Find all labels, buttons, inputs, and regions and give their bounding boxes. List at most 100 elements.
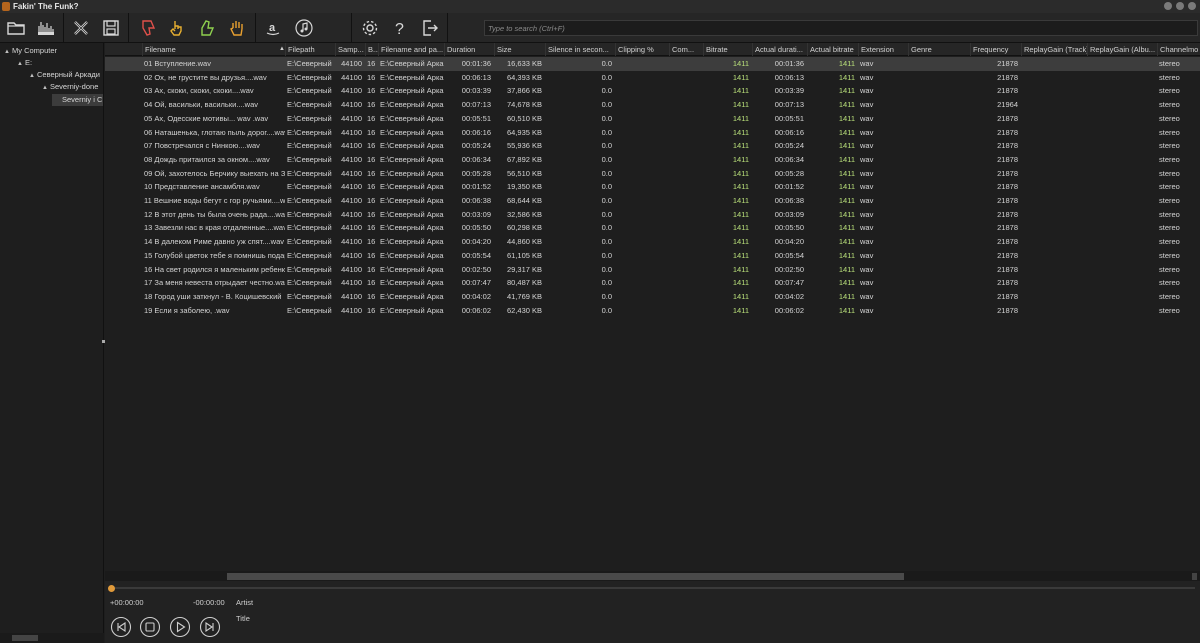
column-header-18[interactable]: Channelmo	[1157, 43, 1200, 56]
column-header-1[interactable]: Filepath	[285, 43, 335, 56]
table-row[interactable]: 06 Наташенька, глотаю пыль дорог....wav E…	[105, 126, 1200, 140]
play-button[interactable]	[167, 614, 192, 639]
mark-suspicious-button[interactable]	[163, 14, 191, 42]
tree-item-drive-e[interactable]: ▲ E:	[17, 57, 32, 69]
seek-bar[interactable]	[108, 587, 1195, 589]
tree-item-folder[interactable]: ▲ Severniy-done	[42, 81, 98, 93]
column-header-3[interactable]: B...	[365, 43, 378, 56]
mark-fake-button[interactable]	[134, 14, 162, 42]
save-button[interactable]	[97, 14, 125, 42]
spectrum-button[interactable]	[32, 14, 60, 42]
table-row[interactable]: 08 Дождь притаился за окном....wav E:\Сев…	[105, 153, 1200, 167]
column-header-14[interactable]: Genre	[908, 43, 970, 56]
column-header-0[interactable]: Filename	[142, 43, 285, 56]
table-cell: wav	[860, 59, 874, 68]
table-cell: E:\Северный Арка	[380, 168, 444, 178]
table-row[interactable]: 18 Город уши заткнул - В. Коцишевский E:\…	[105, 290, 1200, 304]
previous-track-button[interactable]	[108, 614, 133, 639]
column-header-16[interactable]: ReplayGain (Track)	[1021, 43, 1087, 56]
tree-expand-icon[interactable]: ▲	[29, 70, 37, 82]
table-row[interactable]: 04 Ой, васильки, васильки....wav E:\Север…	[105, 98, 1200, 112]
table-row[interactable]: 16 На свет родился я маленьким ребенком E…	[105, 263, 1200, 277]
mark-ok-button[interactable]	[193, 14, 221, 42]
folder-open-icon	[7, 22, 25, 35]
mark-stop-button[interactable]	[223, 14, 251, 42]
tree-item-my-computer[interactable]: ▲ My Computer	[4, 45, 57, 57]
column-header-7[interactable]: Silence in secon...	[545, 43, 615, 56]
table-cell	[908, 263, 970, 277]
table-row[interactable]: 10 Представление ансамбля.wav E:\Северный…	[105, 180, 1200, 194]
column-header-15[interactable]: Frequency	[970, 43, 1021, 56]
table-row[interactable]: 13 Завезли нас в края отдаленные....wav E…	[105, 221, 1200, 235]
table-cell: 16	[367, 250, 376, 260]
music-button[interactable]	[290, 14, 318, 42]
tree-expand-icon[interactable]: ▲	[42, 82, 50, 94]
tree-item-selected-folder[interactable]: Severniy i C	[52, 94, 103, 106]
table-cell: 01 Вступление.wav	[144, 59, 211, 68]
scroll-right-arrow-icon[interactable]	[1192, 573, 1197, 580]
table-cell: E:\Северный	[287, 291, 332, 301]
blank-button[interactable]	[320, 14, 348, 42]
table-cell: wav	[860, 305, 874, 315]
column-header-5[interactable]: Duration	[444, 43, 494, 56]
tree-expand-icon[interactable]: ▲	[4, 46, 12, 58]
close-window-button[interactable]	[1188, 2, 1196, 10]
table-row[interactable]: 05 Ах, Одесские мотивы... wav .wav E:\Сев…	[105, 112, 1200, 126]
table-cell	[1087, 167, 1157, 181]
table-row[interactable]: 12 В этот день ты была очень рада....wav…	[105, 208, 1200, 222]
column-header-11[interactable]: Actual durati...	[752, 43, 807, 56]
column-header-10[interactable]: Bitrate	[703, 43, 752, 56]
amazon-button[interactable]: a	[259, 14, 287, 42]
table-row[interactable]: 03 Ах, скоки, скоки, скоки....wav E:\Севе…	[105, 84, 1200, 98]
table-cell: 1411	[732, 100, 749, 110]
open-folder-button[interactable]	[2, 14, 30, 42]
table-horizontal-scrollbar[interactable]	[105, 571, 1200, 581]
table-row[interactable]: 01 Вступление.wav E:\Северный 44100 16 E:\Се…	[105, 57, 1200, 71]
table-row[interactable]: 14 В далеком Риме давно уж спят....wav E:…	[105, 235, 1200, 249]
table-row[interactable]: 19 Если я заболею, .wav E:\Северный 44100 1…	[105, 304, 1200, 318]
scrollbar-thumb[interactable]	[227, 573, 904, 580]
column-header-17[interactable]: ReplayGain (Albu...	[1087, 43, 1157, 56]
toolbar-separator	[63, 13, 64, 43]
table-cell: 1411	[732, 237, 749, 247]
table-cell: wav	[860, 264, 874, 274]
table-cell	[669, 112, 703, 126]
column-header-2[interactable]: Samp...	[335, 43, 365, 56]
column-header-9[interactable]: Com...	[669, 43, 703, 56]
tree-expand-icon[interactable]: ▲	[17, 58, 25, 70]
column-header-13[interactable]: Extension	[858, 43, 908, 56]
table-row[interactable]: 02 Ох, не грустите вы друзья....wav E:\Се…	[105, 71, 1200, 85]
minimize-button[interactable]	[1164, 2, 1172, 10]
stop-button[interactable]	[137, 614, 162, 639]
column-header-12[interactable]: Actual bitrate	[807, 43, 858, 56]
table-row[interactable]: 11 Вешние воды бегут с гор ручьями....wa…	[105, 194, 1200, 208]
next-track-button[interactable]	[197, 614, 222, 639]
table-row[interactable]: 15 Голубой цветок тебе я помнишь подарил…	[105, 249, 1200, 263]
table-row[interactable]: 17 За меня невеста отрыдает честно.wav E:…	[105, 276, 1200, 290]
column-header-6[interactable]: Size	[494, 43, 545, 56]
table-cell: 1411	[838, 264, 855, 274]
column-header-8[interactable]: Clipping %	[615, 43, 669, 56]
table-cell: 00:06:34	[461, 154, 491, 164]
table-row[interactable]: 09 Ой, захотелось Берчику выехать на Зап…	[105, 167, 1200, 181]
table-cell: 16	[367, 127, 376, 137]
maximize-button[interactable]	[1176, 2, 1184, 10]
tree-horizontal-scrollbar[interactable]	[0, 633, 104, 643]
sort-ascending-icon: ▲	[279, 46, 285, 52]
settings-button[interactable]	[356, 14, 384, 42]
table-cell: 18 Город уши заткнул - В. Коцишевский	[144, 291, 282, 301]
table-cell: wav	[860, 154, 874, 164]
search-input[interactable]	[485, 21, 1197, 35]
table-cell: 1411	[838, 237, 855, 247]
scrollbar-thumb[interactable]	[12, 635, 38, 641]
column-header-4[interactable]: Filename and pa...	[378, 43, 444, 56]
table-cell: 16	[367, 264, 376, 274]
seek-handle[interactable]	[108, 585, 115, 592]
table-cell: wav	[860, 141, 874, 151]
tree-item-folder[interactable]: ▲ Северный Аркади	[29, 69, 100, 81]
remove-button[interactable]	[67, 14, 95, 42]
table-cell: 0.0	[601, 182, 612, 192]
exit-button[interactable]	[416, 14, 444, 42]
help-button[interactable]: ?	[386, 14, 414, 42]
table-row[interactable]: 07 Повстречался с Нинкою....wav E:\Северн…	[105, 139, 1200, 153]
